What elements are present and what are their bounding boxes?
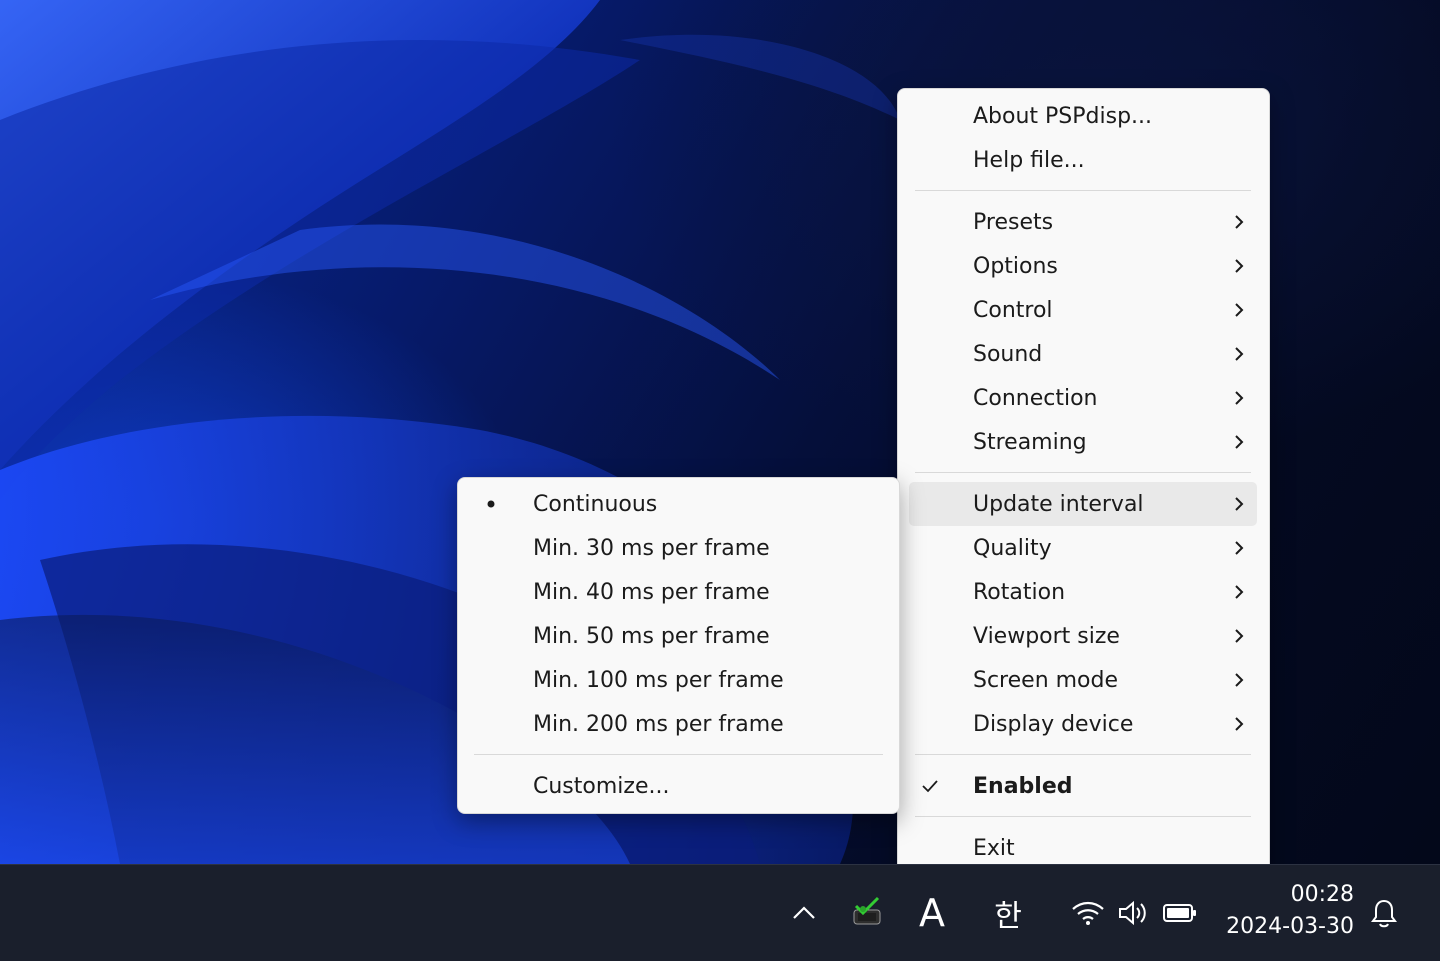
- chevron-right-icon: [1233, 482, 1245, 526]
- ime-label: A: [919, 891, 945, 935]
- submenu-item-continuous[interactable]: Continuous: [468, 482, 887, 526]
- menu-item-quality[interactable]: Quality: [909, 526, 1257, 570]
- menu-item-label: Streaming: [973, 429, 1087, 455]
- menu-item-options[interactable]: Options: [909, 244, 1257, 288]
- menu-item-label: Display device: [973, 711, 1134, 737]
- chevron-right-icon: [1233, 658, 1245, 702]
- submenu-item-200ms[interactable]: Min. 200 ms per frame: [468, 702, 887, 746]
- menu-item-label: Min. 40 ms per frame: [533, 579, 770, 605]
- pspdisp-context-menu: About PSPdisp... Help file... Presets Op…: [897, 88, 1270, 876]
- show-hidden-icons-button[interactable]: [782, 865, 826, 961]
- clock-button[interactable]: 00:28 2024-03-30: [1226, 879, 1354, 943]
- menu-item-label: Min. 30 ms per frame: [533, 535, 770, 561]
- update-interval-submenu: Continuous Min. 30 ms per frame Min. 40 …: [457, 477, 900, 814]
- menu-item-connection[interactable]: Connection: [909, 376, 1257, 420]
- checkmark-icon: [921, 764, 939, 808]
- menu-item-label: Continuous: [533, 491, 658, 517]
- menu-item-label: Connection: [973, 385, 1098, 411]
- chevron-right-icon: [1233, 614, 1245, 658]
- menu-item-screen-mode[interactable]: Screen mode: [909, 658, 1257, 702]
- menu-item-label: Quality: [973, 535, 1052, 561]
- menu-separator: [915, 754, 1251, 755]
- menu-item-help-file[interactable]: Help file...: [909, 138, 1257, 182]
- chevron-right-icon: [1233, 244, 1245, 288]
- chevron-right-icon: [1233, 376, 1245, 420]
- menu-separator: [474, 754, 883, 755]
- menu-item-label: Min. 200 ms per frame: [533, 711, 784, 737]
- volume-icon: [1119, 900, 1146, 926]
- submenu-item-100ms[interactable]: Min. 100 ms per frame: [468, 658, 887, 702]
- menu-item-rotation[interactable]: Rotation: [909, 570, 1257, 614]
- menu-item-presets[interactable]: Presets: [909, 200, 1257, 244]
- korean-ime-button[interactable]: 한: [982, 865, 1034, 961]
- submenu-item-30ms[interactable]: Min. 30 ms per frame: [468, 526, 887, 570]
- battery-icon: [1163, 904, 1196, 922]
- chevron-right-icon: [1233, 332, 1245, 376]
- menu-item-label: Viewport size: [973, 623, 1120, 649]
- menu-item-label: About PSPdisp...: [973, 103, 1153, 129]
- submenu-item-50ms[interactable]: Min. 50 ms per frame: [468, 614, 887, 658]
- notifications-button[interactable]: [1362, 865, 1406, 961]
- menu-item-viewport-size[interactable]: Viewport size: [909, 614, 1257, 658]
- menu-item-streaming[interactable]: Streaming: [909, 420, 1257, 464]
- chevron-right-icon: [1233, 570, 1245, 614]
- chevron-right-icon: [1233, 200, 1245, 244]
- menu-item-label: Min. 100 ms per frame: [533, 667, 784, 693]
- menu-item-label: Update interval: [973, 491, 1144, 517]
- menu-item-label: Screen mode: [973, 667, 1119, 693]
- input-method-button[interactable]: A: [906, 865, 958, 961]
- menu-item-update-interval[interactable]: Update interval: [909, 482, 1257, 526]
- chevron-right-icon: [1233, 702, 1245, 746]
- menu-separator: [915, 472, 1251, 473]
- menu-item-label: Options: [973, 253, 1058, 279]
- menu-item-control[interactable]: Control: [909, 288, 1257, 332]
- menu-separator: [915, 816, 1251, 817]
- menu-item-label: Exit: [973, 835, 1015, 861]
- chevron-right-icon: [1233, 420, 1245, 464]
- menu-item-enabled[interactable]: Enabled: [909, 764, 1257, 808]
- bell-icon: [1371, 899, 1397, 928]
- chevron-up-icon: [793, 906, 815, 919]
- submenu-item-40ms[interactable]: Min. 40 ms per frame: [468, 570, 887, 614]
- wifi-icon: [1072, 901, 1104, 925]
- menu-item-label: Help file...: [973, 147, 1085, 173]
- clock-date: 2024-03-30: [1226, 914, 1354, 939]
- chevron-right-icon: [1233, 288, 1245, 332]
- pspdisp-tray-button[interactable]: [846, 865, 890, 961]
- menu-item-about[interactable]: About PSPdisp...: [909, 94, 1257, 138]
- menu-item-sound[interactable]: Sound: [909, 332, 1257, 376]
- korean-ime-label: 한: [994, 899, 1022, 934]
- menu-item-label: Min. 50 ms per frame: [533, 623, 770, 649]
- menu-item-label: Enabled: [973, 773, 1073, 799]
- submenu-item-customize[interactable]: Customize...: [468, 764, 887, 808]
- menu-item-label: Rotation: [973, 579, 1066, 605]
- pspdisp-tray-icon: [853, 896, 881, 925]
- menu-item-label: Control: [973, 297, 1053, 323]
- menu-item-label: Sound: [973, 341, 1043, 367]
- menu-separator: [915, 190, 1251, 191]
- menu-item-display-device[interactable]: Display device: [909, 702, 1257, 746]
- taskbar: A 한 00:28 2024-03-30: [0, 864, 1440, 961]
- quick-settings-button[interactable]: [1062, 865, 1206, 961]
- menu-item-label: Presets: [973, 209, 1054, 235]
- menu-item-label: Customize...: [533, 773, 670, 799]
- chevron-right-icon: [1233, 526, 1245, 570]
- clock-time: 00:28: [1290, 882, 1354, 907]
- radio-bullet-icon: [486, 482, 496, 526]
